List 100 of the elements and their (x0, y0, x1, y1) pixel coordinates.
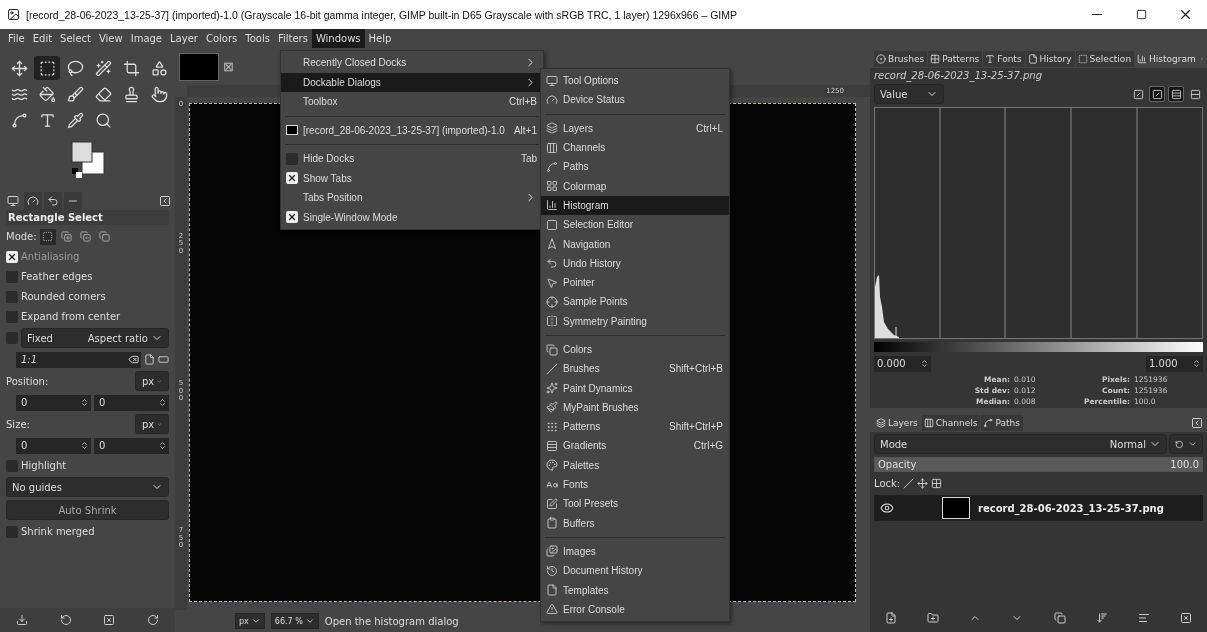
menu-item[interactable]: Tabs Position (281, 188, 543, 208)
menu-item[interactable]: Help (364, 29, 396, 48)
undo-history-tab[interactable] (44, 192, 62, 210)
menu-item[interactable]: Navigation (541, 234, 729, 254)
auto-shrink-button[interactable]: Auto Shrink (6, 500, 169, 520)
checkbox[interactable] (6, 310, 18, 323)
dock-tab[interactable]: Paths (981, 415, 1023, 431)
menu-item[interactable]: Colormap (541, 176, 729, 196)
layer-row[interactable]: record_28-06-2023_13-25-37.png (874, 495, 1203, 521)
menu-item[interactable]: Undo History (541, 253, 729, 273)
menu-item[interactable]: Histogram (541, 195, 729, 216)
menu-item[interactable]: Templates (541, 580, 729, 600)
checkbox[interactable] (6, 525, 18, 538)
move-icon[interactable] (917, 478, 929, 489)
menu-item[interactable]: Show Tabs (281, 168, 543, 188)
dock-tab[interactable]: Channels (921, 415, 981, 431)
unit-dropdown[interactable]: px (135, 371, 169, 391)
aspect-dropdown[interactable]: Fixed Aspect ratio (21, 328, 169, 348)
checkbox[interactable] (6, 290, 18, 303)
menu-item[interactable]: Colors (201, 29, 242, 48)
images-tab[interactable] (64, 192, 82, 210)
font-icon (546, 478, 558, 491)
checkerboard-icon[interactable] (931, 478, 943, 489)
menu-item[interactable]: Tools (241, 29, 274, 48)
dock-tab[interactable]: Selection (1075, 51, 1135, 67)
checkbox[interactable] (286, 172, 298, 185)
view-button[interactable] (1168, 86, 1184, 102)
landscape-icon[interactable] (158, 354, 169, 365)
menu-item[interactable]: Layers Ctrl+L (541, 118, 729, 138)
checkbox[interactable] (286, 211, 298, 224)
opacity-slider[interactable]: Opacity 100.0 (874, 457, 1203, 472)
channel-dropdown[interactable]: Value (874, 84, 944, 104)
menu-item[interactable]: Tool Presets (541, 494, 729, 514)
unit-dropdown[interactable]: px (235, 613, 265, 629)
menu-item[interactable]: Filters (273, 29, 312, 48)
ratio-field[interactable]: 1:1 (16, 351, 141, 368)
checkbox[interactable] (6, 459, 18, 472)
menu-item[interactable]: Paint Dynamics (541, 378, 729, 398)
menu-item[interactable]: Selection Editor (541, 215, 729, 235)
menu-item[interactable]: Windows (311, 29, 365, 48)
number-field[interactable]: 0 (16, 394, 91, 411)
eye-icon[interactable] (880, 501, 894, 515)
menu-item[interactable]: Gradients Ctrl+G (541, 436, 729, 456)
menu-item[interactable]: Patterns Shift+Ctrl+P (541, 417, 729, 437)
device-status-tab[interactable] (24, 192, 42, 210)
menu-item[interactable]: Images (541, 541, 729, 562)
tool-button[interactable] (34, 56, 60, 80)
menu-item[interactable]: Dockable Dialogs (281, 72, 543, 92)
menu-item[interactable]: Document History (541, 561, 729, 581)
dock-tab[interactable]: Brushes (874, 51, 928, 67)
dock-tab[interactable]: Fonts (983, 51, 1025, 67)
rotate-cw-icon (147, 614, 160, 626)
menu-item[interactable]: View (94, 29, 127, 48)
menu-item[interactable]: Fonts (541, 474, 729, 495)
menu-item[interactable]: Error Console (541, 599, 729, 619)
mode-button[interactable] (96, 228, 113, 245)
dock-menu-icon[interactable] (159, 195, 171, 207)
range-end-field[interactable]: 1.000 (1146, 355, 1203, 372)
menu-item[interactable]: Layer (166, 29, 202, 48)
menu-item[interactable]: Single-Window Mode (281, 207, 543, 227)
checkbox[interactable] (286, 152, 298, 165)
menu-item[interactable]: Buffers (541, 513, 729, 533)
unit-dropdown[interactable]: px (135, 414, 169, 434)
menu-item[interactable]: Recently Closed Docks (281, 53, 543, 73)
range-start-field[interactable]: 0.000 (874, 355, 931, 372)
number-field[interactable]: 0 (94, 437, 169, 454)
menu-item[interactable]: Sample Points (541, 292, 729, 312)
mode-button[interactable] (58, 228, 75, 245)
close-button[interactable]: ⊠ (223, 59, 234, 74)
number-field[interactable]: 0 (16, 437, 91, 454)
menu-item[interactable]: Symmetry Painting (541, 311, 729, 331)
menu-item[interactable]: Channels (541, 137, 729, 158)
menu-item[interactable]: Hide Docks Tab (281, 149, 543, 169)
dock-tab[interactable]: History (1025, 51, 1075, 67)
dock-tab[interactable]: Layers (874, 415, 921, 431)
composite-dropdown[interactable] (1169, 434, 1203, 454)
menu-item[interactable]: MyPaint Brushes (541, 397, 729, 418)
menu-item[interactable]: Select (56, 29, 95, 48)
menu-item[interactable]: File (4, 29, 29, 48)
menu-item[interactable]: Paths (541, 157, 729, 177)
menu-item[interactable]: Pointer (541, 272, 729, 293)
mode-button[interactable] (39, 228, 56, 245)
mode-dropdown[interactable]: Mode Normal (874, 434, 1167, 454)
image-thumbnail[interactable] (179, 52, 219, 81)
checkbox[interactable] (6, 332, 18, 344)
layer-name: record_28-06-2023_13-25-37.png (978, 502, 1164, 514)
menu-item[interactable]: Image (126, 29, 167, 48)
dock-tab[interactable]: Patterns (928, 51, 983, 67)
menu-item[interactable]: Colors (541, 339, 729, 360)
mode-button[interactable] (77, 228, 94, 245)
guides-dropdown[interactable]: No guides (6, 477, 169, 497)
menu-item[interactable]: Brushes Shift+Ctrl+B (541, 359, 729, 379)
number-field[interactable]: 0 (94, 394, 169, 411)
checkbox[interactable] (6, 270, 18, 283)
logarithmic-button[interactable] (1149, 86, 1165, 102)
menu-item[interactable]: Palettes (541, 455, 729, 475)
menu-item[interactable]: Edit (28, 29, 57, 48)
menu-item[interactable]: [record_28-06-2023_13-25-37] (imported)-1.0 Alt+1 (281, 120, 543, 140)
zoom-dropdown[interactable]: 66.7 % (270, 613, 319, 629)
dock-menu-icon[interactable] (1191, 417, 1203, 429)
